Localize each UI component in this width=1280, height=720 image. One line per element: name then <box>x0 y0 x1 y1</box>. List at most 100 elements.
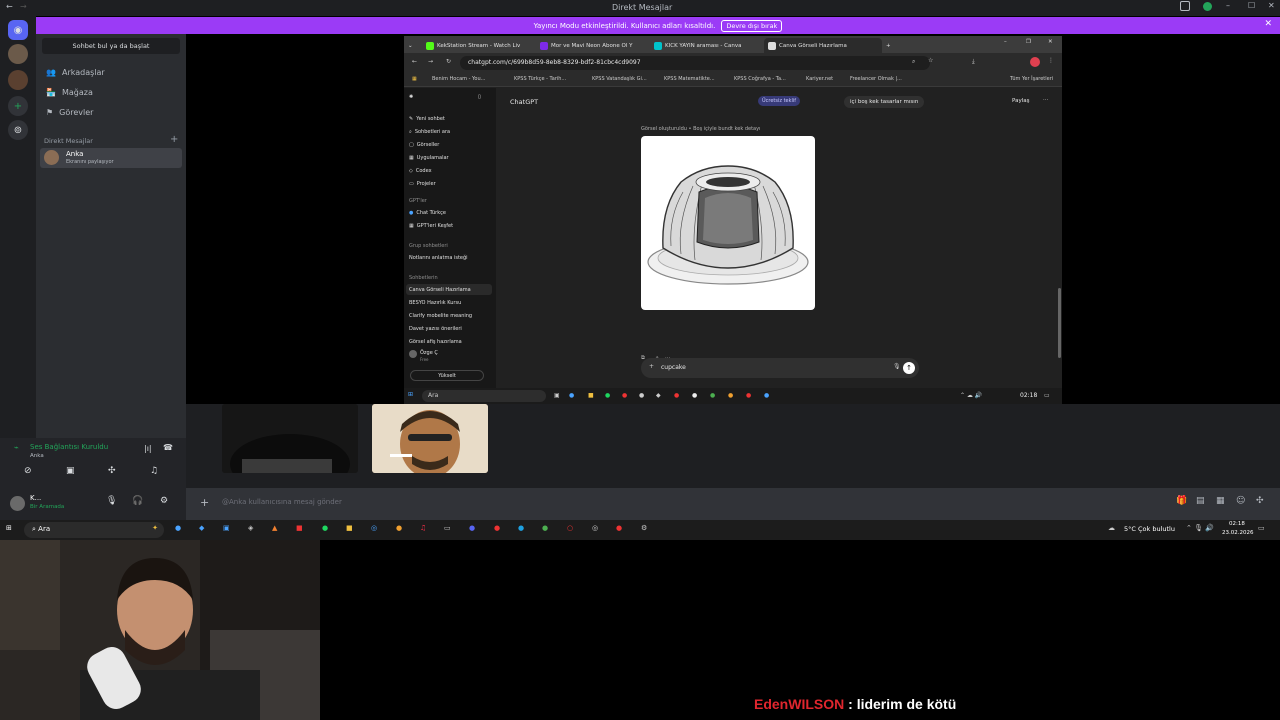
app-icon[interactable]: ● <box>674 392 679 399</box>
download-icon[interactable]: ⤓ <box>972 58 975 66</box>
app-icon[interactable]: ● <box>764 392 769 399</box>
notification-icon[interactable]: ▭ <box>1258 524 1265 532</box>
spotify-icon[interactable]: ● <box>605 392 610 399</box>
sidebar-item[interactable]: ✎ Yeni sohbet <box>409 116 445 122</box>
chat-item[interactable]: Görsel afiş hazırlama <box>409 339 462 345</box>
sidebar-item[interactable]: ◇ Codex <box>409 168 432 174</box>
help-icon[interactable] <box>1203 2 1212 11</box>
send-icon[interactable]: ↑ <box>903 362 915 374</box>
edge-icon[interactable]: ● <box>518 524 524 532</box>
bookmark[interactable]: KPSS Vatandaşlık Gi... <box>592 76 647 82</box>
discord-home-icon[interactable]: ◉ <box>8 20 28 40</box>
mic-icon[interactable]: 🎙 <box>893 363 901 370</box>
chrome-icon[interactable]: ● <box>710 392 715 399</box>
nav-shop[interactable]: 🏪 Mağaza <box>46 88 93 97</box>
model-selector[interactable]: ChatGPT <box>510 98 538 106</box>
avatar[interactable] <box>10 496 25 511</box>
chat-item[interactable]: Clarify mobelite meaning <box>409 313 472 319</box>
minimize-icon[interactable]: – <box>1226 1 1230 10</box>
activities-icon[interactable]: ✣ <box>108 466 116 476</box>
inbox-icon[interactable] <box>1180 1 1190 11</box>
bookmark[interactable]: Freelancer Olmak |... <box>850 76 902 82</box>
tab[interactable]: KICK YAYIN araması - Canva <box>650 38 764 53</box>
bookmark[interactable]: Benim Hocam - You... <box>432 76 485 82</box>
share-button[interactable]: Paylaş <box>1012 98 1029 104</box>
obs-icon[interactable]: ● <box>616 524 622 532</box>
app-icon[interactable]: ● <box>175 524 181 532</box>
chrome-icon[interactable]: ● <box>542 524 548 532</box>
upgrade-button[interactable]: Yükselt <box>410 370 484 381</box>
chat-item[interactable]: BESYO Hazırlık Kursu <box>409 300 461 306</box>
server-avatar[interactable] <box>8 44 28 64</box>
mic-icon[interactable]: 🎙 <box>106 496 117 506</box>
folder-icon[interactable]: ■ <box>346 524 353 532</box>
taskbar-search[interactable]: ⌕ Ara ✦ <box>24 522 164 538</box>
copilot-icon[interactable]: ◆ <box>199 524 204 532</box>
dm-item-anka[interactable]: Anka Ekranını paylaşıyor <box>40 148 182 168</box>
soundboard-icon[interactable]: ♫ <box>150 466 158 476</box>
app-icon[interactable]: ● <box>692 392 697 399</box>
close-icon[interactable]: ✕ <box>1048 39 1053 45</box>
app-icon[interactable]: ● <box>622 392 627 399</box>
vlc-icon[interactable]: ▲ <box>272 524 277 532</box>
chatgpt-logo-icon[interactable]: ✺ <box>409 94 413 100</box>
reload-icon[interactable]: ↻ <box>446 58 451 65</box>
steam-icon[interactable]: ● <box>639 392 644 399</box>
opera-icon[interactable]: ○ <box>567 524 573 532</box>
forward-icon[interactable]: → <box>20 2 27 11</box>
app-icon[interactable]: ◆ <box>656 392 661 399</box>
spotify-icon[interactable]: ● <box>322 524 328 532</box>
search-input[interactable]: Sohbet bul ya da başlat <box>42 38 180 54</box>
sidebar-item[interactable]: ▭ Projeler <box>409 181 436 187</box>
sidebar-toggle-icon[interactable]: ▯ <box>478 94 481 100</box>
add-server-icon[interactable]: + <box>8 96 28 116</box>
app-icon[interactable]: ◎ <box>592 524 598 532</box>
forward-icon[interactable]: → <box>428 58 433 65</box>
gif-icon[interactable]: ▤ <box>1196 496 1205 506</box>
app-icon[interactable]: ◈ <box>248 524 253 532</box>
notification-icon[interactable]: ▭ <box>1044 392 1050 399</box>
tab[interactable]: KekStation Stream - Watch Liv <box>422 38 536 53</box>
apps-icon[interactable]: ▦ <box>412 76 417 82</box>
disconnect-icon[interactable]: ☎ <box>163 443 173 452</box>
music-icon[interactable]: ♫ <box>420 524 426 532</box>
task-view-icon[interactable]: ▣ <box>554 392 560 399</box>
camera-off-icon[interactable]: ⊘ <box>24 466 32 476</box>
sidebar-item[interactable]: ⌕ Sohbetleri ara <box>409 129 450 135</box>
free-badge[interactable]: Ücretsiz teklif <box>758 96 801 106</box>
bookmark[interactable]: Kariyer.net <box>806 76 833 82</box>
all-bookmarks[interactable]: Tüm Yer İşaretleri <box>1010 76 1053 82</box>
screen-share-icon[interactable]: ▣ <box>66 466 75 476</box>
sticker-icon[interactable]: ▦ <box>1216 496 1225 506</box>
app-icon[interactable]: ● <box>494 524 500 532</box>
chat-input[interactable]: + cupcake 🎙 ↑ <box>641 358 919 378</box>
app-icon[interactable]: ● <box>569 392 574 399</box>
plus-icon[interactable]: + <box>649 363 654 370</box>
message-input[interactable]: @Anka kullanıcısına mesaj gönder <box>222 498 342 506</box>
menu-icon[interactable]: ⋮ <box>1048 57 1054 64</box>
tray-icons[interactable]: ⌃ ☁ 🔊 <box>960 392 982 399</box>
minimize-icon[interactable]: – <box>1004 39 1007 45</box>
url-input[interactable]: chatgpt.com/c/699b8d59-8eb8-8329-bdf2-81… <box>460 56 930 70</box>
app-icon[interactable]: ● <box>396 524 402 532</box>
maximize-icon[interactable]: ☐ <box>1248 1 1255 10</box>
nav-friends[interactable]: 👥 Arkadaşlar <box>46 68 105 77</box>
close-notice-icon[interactable]: ✕ <box>1264 19 1272 29</box>
chat-item[interactable]: Davet yazısı önerileri <box>409 326 462 332</box>
generated-cake-image[interactable] <box>641 136 815 310</box>
app-icon[interactable]: ◎ <box>371 524 377 532</box>
discord-icon[interactable]: ● <box>469 524 475 532</box>
noise-icon[interactable]: |ı| <box>144 444 152 453</box>
attach-icon[interactable]: + <box>200 496 209 509</box>
participant-avatar[interactable] <box>372 404 488 473</box>
bookmark[interactable]: KPSS Türkçe - Tarih... <box>514 76 566 82</box>
scrollbar[interactable] <box>1058 288 1061 358</box>
app-icon[interactable]: ■ <box>296 524 303 532</box>
emoji-icon[interactable]: ☺ <box>1236 496 1245 506</box>
server-avatar[interactable] <box>8 70 28 90</box>
more-icon[interactable]: ⋯ <box>1043 97 1049 103</box>
store-icon[interactable]: ▣ <box>223 524 230 532</box>
bookmark[interactable]: KPSS Coğrafya - Ta... <box>734 76 786 82</box>
sidebar-item[interactable]: ▢ Görseller <box>409 142 439 148</box>
settings-icon[interactable]: ⚙ <box>641 524 647 532</box>
